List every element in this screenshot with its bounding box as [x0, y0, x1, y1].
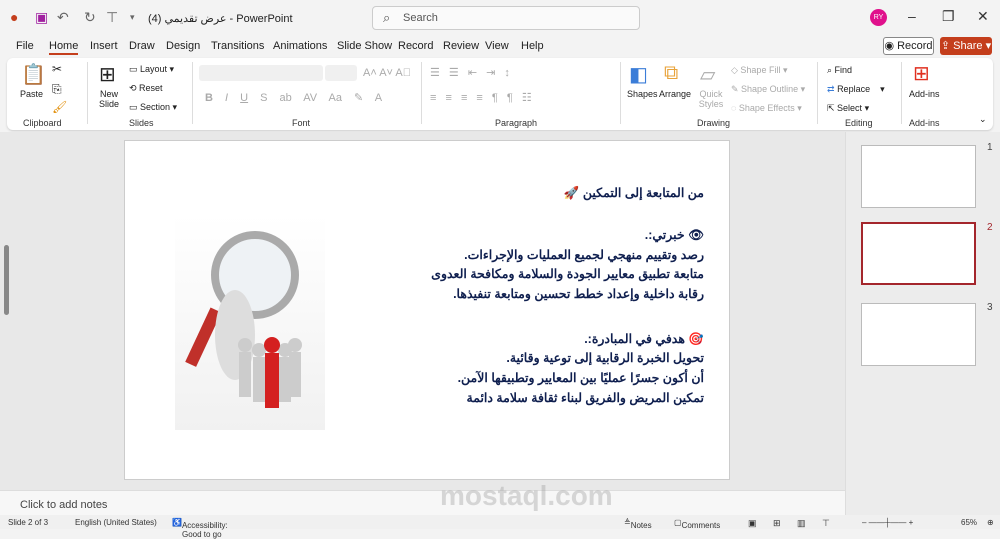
status-bar: Slide 2 of 3 English (United States) ♿ A… — [0, 515, 1000, 539]
tab-view[interactable]: View — [485, 40, 509, 52]
view-buttons[interactable]: ▣ ⊞ ▥ ⊤ — [748, 518, 830, 529]
font-format-buttons[interactable]: B I U S ab AV Aa ✎ A — [205, 91, 382, 104]
new-slide-icon: ⊞ — [99, 64, 116, 86]
magnifier-people-image[interactable] — [175, 215, 325, 430]
customize-toolbar-icon[interactable]: ▾ — [130, 12, 135, 23]
shapes-button[interactable]: Shapes — [627, 89, 658, 99]
record-button[interactable]: ◉ Record — [883, 37, 934, 55]
arrange-button[interactable]: Arrange — [659, 89, 691, 99]
tab-transitions[interactable]: Transitions — [211, 40, 264, 52]
comments-button[interactable]: ▢ Comments — [674, 518, 720, 530]
experience-line-2[interactable]: متابعة تطبيق معايير الجودة والسلامة ومكا… — [431, 266, 704, 283]
tab-help[interactable]: Help — [521, 40, 544, 52]
watermark: mostaql.com — [440, 480, 613, 511]
shape-outline-button[interactable]: ✎ Shape Outline ▾ — [731, 84, 805, 95]
section-button[interactable]: ▭ Section ▾ — [129, 102, 177, 113]
tab-draw[interactable]: Draw — [129, 40, 155, 52]
zoom-level[interactable]: 65% — [961, 518, 977, 527]
experience-line-1[interactable]: رصد وتقييم منهجي لجميع العمليات والإجراء… — [464, 247, 704, 264]
shapes-icon: ◧ — [629, 64, 648, 86]
title-bar: ● ▣ ↶ ↻ ⊤ ▾ عرض تقديمي (4) - PowerPoint … — [0, 0, 1000, 35]
drawing-group-label: Drawing — [697, 118, 731, 128]
tab-review[interactable]: Review — [443, 40, 479, 52]
quick-styles-icon: ▱ — [700, 64, 716, 86]
cut-icon[interactable]: ✂ — [52, 62, 62, 76]
slide-thumbnail-2[interactable] — [861, 222, 976, 285]
notes-button[interactable]: ≜ Notes — [624, 518, 652, 530]
slide-thumbnail-3[interactable] — [861, 303, 976, 366]
clipboard-group-label: Clipboard — [23, 118, 62, 128]
slide-counter: Slide 2 of 3 — [8, 518, 49, 527]
shape-fill-button[interactable]: ◇ Shape Fill ▾ — [731, 65, 787, 76]
collapse-ribbon-icon[interactable]: ⌄ — [979, 114, 987, 125]
paragraph-group-label: Paragraph — [495, 118, 538, 128]
quick-styles-button[interactable]: Quick Styles — [697, 89, 725, 109]
replace-button[interactable]: ⇄ Replace ▾ — [827, 84, 885, 95]
redo-icon[interactable]: ↻ — [84, 9, 96, 26]
present-icon[interactable]: ⊤ — [106, 9, 118, 26]
tab-home[interactable]: Home — [49, 40, 79, 55]
powerpoint-logo-icon: ● — [10, 9, 19, 25]
alignment-buttons[interactable]: ≡ ≡ ≡ ≡ ¶ ¶ ☷ — [430, 91, 532, 104]
ribbon-tabs: File Home Insert Draw Design Transitions… — [0, 36, 1000, 56]
slides-group-label: Slides — [129, 118, 154, 128]
notes-input[interactable]: Click to add notes — [0, 490, 845, 515]
add-ins-group-label: Add-ins — [909, 118, 940, 128]
tab-record[interactable]: Record — [398, 40, 433, 52]
minimize-icon[interactable]: – — [908, 8, 916, 24]
arrange-icon: ⧉ — [664, 62, 679, 84]
fit-slide-icon[interactable]: ⊕ — [987, 518, 994, 527]
select-button[interactable]: ⇱ Select ▾ — [827, 103, 869, 114]
slide-thumbnails-pane: 1 2 3 — [845, 132, 1000, 515]
close-icon[interactable]: ✕ — [977, 8, 989, 25]
window-title: عرض تقديمي (4) - PowerPoint — [148, 13, 293, 25]
save-icon[interactable]: ▣ — [35, 9, 48, 26]
font-size-dropdown[interactable] — [325, 65, 357, 81]
experience-heading[interactable]: 👁 خبرتي:. — [645, 227, 704, 244]
editing-group-label: Editing — [845, 118, 873, 128]
thumbnail-number: 3 — [987, 302, 993, 313]
experience-line-3[interactable]: رقابة داخلية وإعداد خطط تحسين ومتابعة تن… — [453, 286, 704, 303]
add-ins-icon: ⊞ — [913, 63, 930, 85]
find-button[interactable]: ⌕ Find — [827, 65, 852, 76]
ribbon: 📋 Paste ✂ ⎘ 🖌 Clipboard ⊞ New Slide ▭ La… — [7, 58, 993, 130]
goal-line-1[interactable]: تحويل الخبرة الرقابية إلى توعية وقائية. — [506, 350, 704, 367]
format-painter-icon[interactable]: 🖌 — [52, 100, 67, 114]
goal-line-2[interactable]: أن أكون جسرًا عمليًا بين المعايير وتطبيق… — [458, 370, 704, 387]
slide-title[interactable]: من المتابعة إلى التمكين 🚀 — [564, 185, 704, 202]
tab-animations[interactable]: Animations — [273, 40, 327, 52]
tab-design[interactable]: Design — [166, 40, 200, 52]
language-status[interactable]: English (United States) — [75, 518, 157, 527]
tab-insert[interactable]: Insert — [90, 40, 118, 52]
paste-button[interactable]: Paste — [20, 89, 43, 99]
zoom-slider[interactable]: – ——┼—— + — [862, 518, 913, 527]
slide-thumbnail-1[interactable] — [861, 145, 976, 208]
list-buttons[interactable]: ☰ ☰ ⇤ ⇥ ↕ — [430, 66, 510, 79]
accessibility-status[interactable]: ♿ Accessibility: Good to go — [172, 518, 228, 539]
copy-icon[interactable]: ⎘ — [52, 82, 62, 97]
tab-file[interactable]: File — [16, 40, 34, 52]
search-input[interactable]: ⌕ Search — [372, 6, 640, 30]
goal-line-3[interactable]: تمكين المريض والفريق لبناء ثقافة سلامة د… — [467, 390, 704, 407]
font-name-dropdown[interactable] — [199, 65, 323, 81]
font-size-controls-icon[interactable]: A˄ A˅ A⃠ — [363, 67, 411, 79]
restore-icon[interactable]: ❐ — [942, 8, 955, 25]
new-slide-button[interactable]: New Slide — [96, 89, 122, 109]
avatar[interactable]: RY — [870, 9, 887, 26]
paste-icon: 📋 — [21, 64, 46, 86]
share-button[interactable]: ⇪ Share ▾ — [940, 37, 992, 55]
add-ins-button[interactable]: Add-ins — [909, 89, 940, 99]
tab-slide-show[interactable]: Slide Show — [337, 40, 392, 52]
undo-icon[interactable]: ↶ — [57, 9, 69, 26]
layout-button[interactable]: ▭ Layout ▾ — [129, 64, 174, 75]
shape-effects-button[interactable]: ◌ Shape Effects ▾ — [731, 103, 802, 114]
vertical-scrollbar[interactable] — [4, 245, 9, 315]
thumbnail-number: 2 — [987, 222, 993, 233]
thumbnail-number: 1 — [987, 142, 993, 153]
reset-button[interactable]: ⟲ Reset — [129, 83, 163, 94]
goal-heading[interactable]: 🎯 هدفي في المبادرة:. — [584, 331, 704, 348]
search-icon: ⌕ — [383, 10, 391, 25]
font-group-label: Font — [292, 118, 311, 128]
